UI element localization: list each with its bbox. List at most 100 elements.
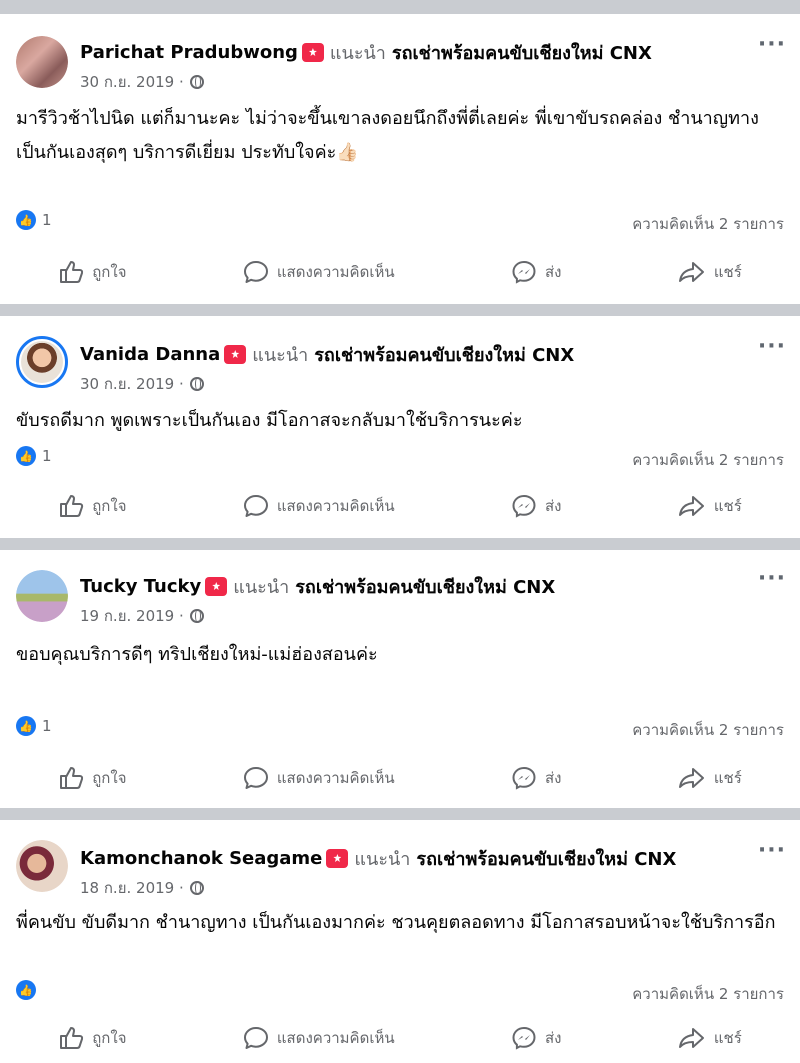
like-label: ถูกใจ bbox=[92, 263, 127, 281]
more-options-button[interactable]: ··· bbox=[758, 334, 786, 359]
globe-icon bbox=[189, 881, 204, 895]
globe-icon bbox=[189, 609, 204, 623]
like-label: ถูกใจ bbox=[92, 1029, 127, 1047]
comments-count[interactable]: ความคิดเห็น 2 รายการ bbox=[632, 718, 784, 742]
share-icon bbox=[678, 1028, 704, 1048]
post-header: Vanida Danna แนะนำ รถเช่าพร้อมคนขับเชียง… bbox=[80, 340, 740, 369]
post-header: Tucky Tucky แนะนำ รถเช่าพร้อมคนขับเชียงใ… bbox=[80, 572, 740, 601]
more-options-button[interactable]: ··· bbox=[758, 838, 786, 863]
comment-button[interactable]: แสดงความคิดเห็น bbox=[243, 260, 395, 284]
like-reaction-icon: 👍 bbox=[16, 716, 36, 736]
recommends-label: แนะนำ bbox=[329, 43, 386, 64]
page-name[interactable]: รถเช่าพร้อมคนขับเชียงใหม่ CNX bbox=[314, 340, 574, 369]
reaction-summary[interactable]: 👍 bbox=[16, 980, 42, 1000]
action-bar: ถูกใจ แสดงความคิดเห็น ส่ง แชร์ bbox=[0, 1018, 800, 1058]
send-button[interactable]: ส่ง bbox=[511, 766, 561, 790]
more-options-button[interactable]: ··· bbox=[758, 32, 786, 57]
action-bar: ถูกใจ แสดงความคิดเห็น ส่ง แชร์ bbox=[0, 252, 800, 292]
post-card: Vanida Danna แนะนำ รถเช่าพร้อมคนขับเชียง… bbox=[0, 316, 800, 538]
reaction-summary[interactable]: 👍 1 bbox=[16, 716, 52, 736]
page-name[interactable]: รถเช่าพร้อมคนขับเชียงใหม่ CNX bbox=[392, 38, 652, 67]
avatar[interactable] bbox=[16, 840, 68, 892]
share-icon bbox=[678, 768, 704, 788]
globe-icon bbox=[189, 75, 204, 89]
post-card: Parichat Pradubwong แนะนำ รถเช่าพร้อมคนข… bbox=[0, 14, 800, 304]
share-label: แชร์ bbox=[713, 263, 742, 281]
messenger-icon bbox=[512, 494, 536, 518]
share-label: แชร์ bbox=[713, 1029, 742, 1047]
comments-count[interactable]: ความคิดเห็น 2 รายการ bbox=[632, 448, 784, 472]
recommends-label: แนะนำ bbox=[252, 345, 309, 366]
like-button[interactable]: ถูกใจ bbox=[58, 1026, 126, 1050]
like-icon bbox=[60, 261, 84, 283]
action-bar: ถูกใจ แสดงความคิดเห็น ส่ง แชร์ bbox=[0, 758, 800, 798]
recommend-icon bbox=[205, 577, 228, 596]
like-button[interactable]: ถูกใจ bbox=[58, 260, 126, 284]
send-button[interactable]: ส่ง bbox=[511, 494, 561, 518]
share-button[interactable]: แชร์ bbox=[678, 1026, 742, 1050]
comment-icon bbox=[243, 261, 268, 283]
reaction-count: 1 bbox=[42, 211, 52, 229]
comment-icon bbox=[243, 767, 268, 789]
share-button[interactable]: แชร์ bbox=[678, 766, 742, 790]
share-button[interactable]: แชร์ bbox=[678, 494, 742, 518]
post-header: Kamonchanok Seagame แนะนำ รถเช่าพร้อมคนข… bbox=[80, 844, 740, 873]
comment-icon bbox=[243, 495, 268, 517]
author-name[interactable]: Tucky Tucky bbox=[80, 576, 201, 597]
messenger-icon bbox=[512, 766, 536, 790]
post-text: มารีวิวช้าไปนิด แต่ก็มานะคะ ไม่ว่าจะขึ้น… bbox=[16, 108, 759, 163]
post-date[interactable]: 18 ก.ย. 2019 · bbox=[80, 876, 184, 900]
reaction-summary[interactable]: 👍 1 bbox=[16, 446, 52, 466]
recommend-icon bbox=[326, 849, 349, 868]
avatar[interactable] bbox=[16, 336, 68, 388]
reaction-summary[interactable]: 👍 1 bbox=[16, 210, 52, 230]
recommend-icon bbox=[224, 345, 247, 364]
share-icon bbox=[678, 496, 704, 516]
like-label: ถูกใจ bbox=[92, 769, 127, 787]
send-button[interactable]: ส่ง bbox=[511, 260, 561, 284]
post-text: พี่คนขับ ขับดีมาก ชำนาญทาง เป็นกันเองมาก… bbox=[16, 912, 776, 933]
send-label: ส่ง bbox=[545, 497, 562, 515]
comment-icon bbox=[243, 1027, 268, 1049]
post-meta: 19 ก.ย. 2019 · bbox=[80, 604, 204, 628]
like-button[interactable]: ถูกใจ bbox=[58, 494, 126, 518]
post-meta: 30 ก.ย. 2019 · bbox=[80, 372, 204, 396]
send-label: ส่ง bbox=[545, 1029, 562, 1047]
post-header: Parichat Pradubwong แนะนำ รถเช่าพร้อมคนข… bbox=[80, 38, 740, 67]
post-date[interactable]: 30 ก.ย. 2019 · bbox=[80, 372, 184, 396]
post-text: ขับรถดีมาก พูดเพราะเป็นกันเอง มีโอกาสจะก… bbox=[16, 410, 523, 431]
share-button[interactable]: แชร์ bbox=[678, 260, 742, 284]
author-name[interactable]: Kamonchanok Seagame bbox=[80, 848, 322, 869]
comment-button[interactable]: แสดงความคิดเห็น bbox=[243, 494, 395, 518]
comments-count[interactable]: ความคิดเห็น 2 รายการ bbox=[632, 982, 784, 1006]
recommend-icon bbox=[301, 43, 324, 62]
like-button[interactable]: ถูกใจ bbox=[58, 766, 126, 790]
author-name[interactable]: Parichat Pradubwong bbox=[80, 42, 298, 63]
like-reaction-icon: 👍 bbox=[16, 980, 36, 1000]
post-card: Kamonchanok Seagame แนะนำ รถเช่าพร้อมคนข… bbox=[0, 820, 800, 1063]
author-name[interactable]: Vanida Danna bbox=[80, 344, 220, 365]
comment-button[interactable]: แสดงความคิดเห็น bbox=[243, 1026, 395, 1050]
send-label: ส่ง bbox=[545, 769, 562, 787]
post-meta: 18 ก.ย. 2019 · bbox=[80, 876, 204, 900]
like-icon bbox=[60, 1027, 84, 1049]
avatar[interactable] bbox=[16, 570, 68, 622]
page-name[interactable]: รถเช่าพร้อมคนขับเชียงใหม่ CNX bbox=[416, 844, 676, 873]
like-reaction-icon: 👍 bbox=[16, 446, 36, 466]
like-icon bbox=[60, 495, 84, 517]
avatar[interactable] bbox=[16, 36, 68, 88]
globe-icon bbox=[189, 377, 204, 391]
post-date[interactable]: 30 ก.ย. 2019 · bbox=[80, 70, 184, 94]
post-meta: 30 ก.ย. 2019 · bbox=[80, 70, 204, 94]
send-button[interactable]: ส่ง bbox=[511, 1026, 561, 1050]
like-label: ถูกใจ bbox=[92, 497, 127, 515]
share-label: แชร์ bbox=[713, 497, 742, 515]
share-icon bbox=[678, 262, 704, 282]
messenger-icon bbox=[512, 1026, 536, 1050]
comment-button[interactable]: แสดงความคิดเห็น bbox=[243, 766, 395, 790]
page-name[interactable]: รถเช่าพร้อมคนขับเชียงใหม่ CNX bbox=[295, 572, 555, 601]
post-date[interactable]: 19 ก.ย. 2019 · bbox=[80, 604, 184, 628]
comments-count[interactable]: ความคิดเห็น 2 รายการ bbox=[632, 212, 784, 236]
send-label: ส่ง bbox=[545, 263, 562, 281]
more-options-button[interactable]: ··· bbox=[758, 566, 786, 591]
